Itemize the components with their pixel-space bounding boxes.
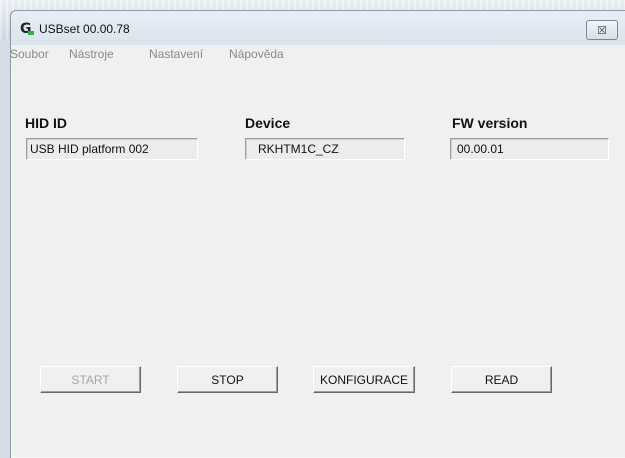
menu-bar: Soubor Nástroje Nastavení Nápověda <box>10 45 625 65</box>
fw-version-field[interactable]: 00.00.01 <box>450 138 609 160</box>
close-icon: ☒ <box>597 24 607 37</box>
app-logo-icon: G <box>20 22 34 36</box>
close-button[interactable]: ☒ <box>586 20 618 40</box>
menu-napoveda[interactable]: Nápověda <box>229 47 284 61</box>
menu-nastaveni[interactable]: Nastavení <box>149 47 203 61</box>
title-bar[interactable]: G USBset 00.00.78 ☒ <box>11 11 625 45</box>
hid-id-label: HID ID <box>25 115 67 131</box>
menu-nastroje[interactable]: Nástroje <box>69 47 114 61</box>
stop-button[interactable]: STOP <box>177 366 278 393</box>
app-window: G USBset 00.00.78 ☒ Soubor Nástroje Nast… <box>10 10 625 458</box>
read-button[interactable]: READ <box>451 366 552 393</box>
hid-id-field[interactable]: USB HID platform 002 <box>26 138 198 160</box>
device-field[interactable]: RKHTM1C_CZ <box>245 138 405 160</box>
device-label: Device <box>245 115 291 131</box>
konfigurace-button[interactable]: KONFIGURACE <box>313 366 415 393</box>
start-button[interactable]: START <box>40 366 141 393</box>
window-title: USBset 00.00.78 <box>39 22 130 36</box>
menu-soubor[interactable]: Soubor <box>10 47 49 61</box>
fw-version-label: FW version <box>452 115 528 131</box>
